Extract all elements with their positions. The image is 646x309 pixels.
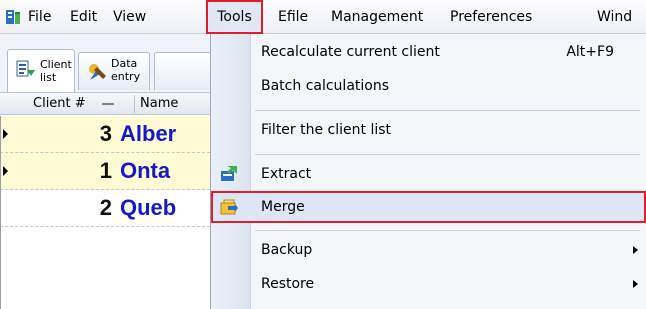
menu-item-batch-calculations[interactable]: Batch calculations	[211, 70, 646, 102]
menu-item-label: Merge	[261, 199, 305, 215]
client-list-pane: Client list Data entry Client # Name 3 A…	[0, 34, 214, 309]
table-row[interactable]: 2 Queb	[0, 190, 210, 227]
menu-window[interactable]: Wind	[597, 0, 632, 34]
tools-dropdown-menu: Recalculate current client Alt+F9 Batch …	[210, 34, 646, 309]
table-row[interactable]: 3 Alber	[0, 116, 210, 153]
app-logo-icon	[6, 10, 20, 24]
row-pointer-icon	[3, 166, 8, 176]
extract-icon	[221, 166, 237, 181]
menu-edit[interactable]: Edit	[70, 0, 97, 34]
client-number: 1	[99, 158, 112, 183]
data-entry-icon	[89, 64, 106, 80]
menu-view[interactable]: View	[113, 0, 146, 34]
table-row[interactable]: 1 Onta	[0, 153, 210, 190]
row-pointer-icon	[3, 129, 8, 139]
menu-item-label: Batch calculations	[261, 78, 390, 94]
tab-client-list[interactable]: Client list	[7, 49, 75, 92]
column-header: Client # Name	[0, 93, 210, 115]
menu-file[interactable]: File	[28, 0, 51, 34]
menu-item-label: Filter the client list	[261, 122, 392, 138]
menu-bar: File Edit View Tools Efile Management Pr…	[0, 0, 646, 34]
menu-item-merge[interactable]: Merge	[211, 191, 646, 223]
tab-data-entry-label: Data entry	[111, 57, 141, 83]
client-name: Queb	[120, 195, 177, 220]
menu-separator	[255, 154, 640, 155]
menu-item-extract[interactable]: Extract	[211, 158, 646, 190]
client-number: 2	[99, 195, 112, 220]
column-client-number[interactable]: Client #	[33, 93, 86, 114]
menu-item-label: Restore	[261, 276, 315, 292]
menu-efile[interactable]: Efile	[278, 0, 308, 34]
menu-item-filter-client-list[interactable]: Filter the client list	[211, 114, 646, 146]
column-divider[interactable]	[134, 95, 135, 113]
menu-preferences[interactable]: Preferences	[450, 0, 532, 34]
submenu-arrow-icon	[633, 246, 638, 254]
menu-management[interactable]: Management	[331, 0, 423, 34]
menu-item-label: Backup	[261, 242, 313, 258]
merge-icon	[220, 199, 238, 215]
tab-next[interactable]	[154, 52, 214, 90]
client-name: Onta	[120, 158, 171, 183]
menu-separator	[255, 230, 640, 231]
menu-tools[interactable]: Tools	[206, 0, 263, 34]
menu-item-backup[interactable]: Backup	[211, 234, 646, 266]
menu-item-label: Recalculate current client	[261, 44, 440, 60]
menu-item-recalculate[interactable]: Recalculate current client Alt+F9	[211, 36, 646, 68]
client-name: Alber	[120, 121, 177, 146]
tab-data-entry[interactable]: Data entry	[78, 52, 150, 90]
tab-client-list-label: Client list	[40, 58, 72, 84]
client-number: 3	[99, 121, 112, 146]
client-list-icon	[16, 60, 35, 77]
shortcut-label: Alt+F9	[566, 44, 614, 60]
menu-separator	[255, 110, 640, 111]
menu-item-label: Extract	[261, 166, 312, 182]
sort-indicator-icon	[102, 103, 114, 105]
column-name[interactable]: Name	[140, 93, 178, 114]
row-gutter-line	[0, 116, 1, 309]
submenu-arrow-icon	[633, 280, 638, 288]
menu-item-restore[interactable]: Restore	[211, 268, 646, 300]
tab-strip: Client list Data entry	[0, 34, 214, 93]
